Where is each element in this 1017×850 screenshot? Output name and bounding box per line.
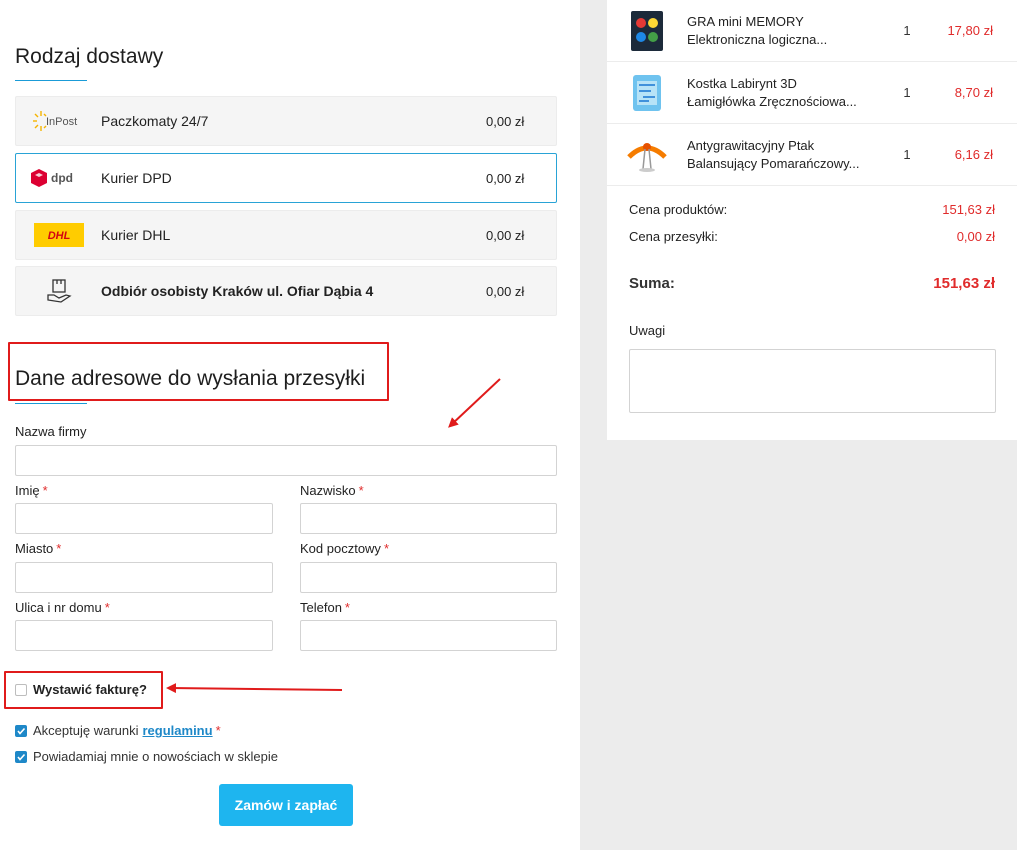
product-name: Kostka Labirynt 3D Łamigłówka Zręczności… — [687, 75, 857, 109]
product-thumbnail — [607, 7, 687, 55]
terms-label: Akceptuję warunki — [33, 723, 139, 738]
product-name: Antygrawitacyjny Ptak Balansujący Pomara… — [687, 137, 860, 171]
notes-label: Uwagi — [629, 323, 666, 338]
pickup-icon — [16, 277, 101, 305]
checkmark-icon — [17, 753, 26, 761]
shipping-cost-value: 0,00 zł — [956, 229, 995, 244]
shipping-cost-label: Cena przesyłki: — [629, 229, 718, 244]
company-input[interactable] — [15, 445, 557, 476]
terms-link[interactable]: regulaminu — [143, 723, 213, 738]
required-mark: * — [215, 723, 221, 738]
product-thumbnail — [607, 135, 687, 175]
newsletter-checkbox-row[interactable]: Powiadamiaj mnie o nowościach w sklepie — [15, 749, 278, 764]
product-thumbnail — [607, 69, 687, 117]
notes-textarea[interactable] — [629, 349, 996, 413]
grand-total-value: 151,63 zł — [933, 275, 995, 292]
phone-input[interactable] — [300, 620, 557, 651]
first-name-label: Imię * — [15, 483, 48, 498]
cart-item: Kostka Labirynt 3D Łamigłówka Zręczności… — [607, 62, 1017, 124]
product-price: 17,80 zł — [947, 23, 993, 38]
postal-code-label: Kod pocztowy * — [300, 541, 389, 556]
dhl-logo: DHL — [16, 223, 101, 247]
shipping-option-dhl[interactable]: DHL Kurier DHL 0,00 zł — [15, 210, 557, 260]
newsletter-label: Powiadamiaj mnie o nowościach w sklepie — [33, 749, 278, 764]
order-and-pay-button[interactable]: Zamów i zapłać — [219, 784, 353, 826]
shipping-section-title: Rodzaj dostawy — [15, 45, 164, 68]
title-underline — [15, 403, 87, 404]
product-qty: 1 — [903, 85, 911, 100]
shipping-option-price: 0,00 zł — [486, 227, 525, 243]
dpd-logo: dpd — [16, 164, 101, 192]
invoice-checkbox[interactable] — [15, 683, 27, 696]
product-qty: 1 — [903, 23, 911, 38]
shipping-option-name: Kurier DHL — [101, 227, 171, 243]
phone-label: Telefon * — [300, 600, 350, 615]
shipping-cost-row: Cena przesyłki: 0,00 zł — [629, 229, 995, 244]
svg-text:DHL: DHL — [47, 230, 70, 242]
shipping-option-pickup[interactable]: Odbiór osobisty Kraków ul. Ofiar Dąbia 4… — [15, 266, 557, 316]
products-total-value: 151,63 zł — [942, 202, 995, 217]
city-input[interactable] — [15, 562, 273, 593]
shipping-option-price: 0,00 zł — [486, 170, 525, 186]
last-name-input[interactable] — [300, 503, 557, 534]
products-total-row: Cena produktów: 151,63 zł — [629, 202, 995, 217]
title-underline — [15, 80, 87, 81]
shipping-option-name: Kurier DPD — [101, 170, 172, 186]
street-label: Ulica i nr domu * — [15, 600, 110, 615]
annotation-box-address-title — [8, 342, 389, 401]
postal-code-input[interactable] — [300, 562, 557, 593]
cart-item: GRA mini MEMORY Elektroniczna logiczna..… — [607, 0, 1017, 62]
cart-item: Antygrawitacyjny Ptak Balansujący Pomara… — [607, 124, 1017, 186]
terms-checkbox-row[interactable]: Akceptuję warunki regulaminu * — [15, 723, 221, 738]
grand-total-row: Suma: 151,63 zł — [629, 275, 995, 292]
product-name: GRA mini MEMORY Elektroniczna logiczna..… — [687, 13, 828, 47]
shipping-option-inpost[interactable]: InPost Paczkomaty 24/7 0,00 zł — [15, 96, 557, 146]
svg-text:InPost: InPost — [46, 116, 77, 128]
product-qty: 1 — [903, 147, 911, 162]
grand-total-label: Suma: — [629, 275, 675, 292]
svg-text:dpd: dpd — [51, 171, 73, 185]
checkout-form-panel: Rodzaj dostawy InPost Paczkomaty 24/7 0,… — [0, 0, 580, 850]
product-price: 6,16 zł — [954, 147, 993, 162]
order-summary-panel: GRA mini MEMORY Elektroniczna logiczna..… — [607, 0, 1017, 440]
shipping-option-price: 0,00 zł — [486, 283, 525, 299]
shipping-option-dpd[interactable]: dpd Kurier DPD 0,00 zł — [15, 153, 557, 203]
shipping-option-name: Odbiór osobisty Kraków ul. Ofiar Dąbia 4 — [101, 283, 374, 299]
company-label: Nazwa firmy — [15, 424, 87, 439]
inpost-logo: InPost — [16, 107, 101, 135]
invoice-label: Wystawić fakturę? — [33, 682, 147, 697]
last-name-label: Nazwisko * — [300, 483, 364, 498]
street-input[interactable] — [15, 620, 273, 651]
first-name-input[interactable] — [15, 503, 273, 534]
terms-checkbox[interactable] — [15, 724, 27, 737]
products-total-label: Cena produktów: — [629, 202, 728, 217]
shipping-option-price: 0,00 zł — [486, 113, 525, 129]
invoice-checkbox-row[interactable]: Wystawić fakturę? — [15, 682, 147, 697]
checkmark-icon — [17, 727, 26, 735]
product-price: 8,70 zł — [954, 85, 993, 100]
newsletter-checkbox[interactable] — [15, 750, 27, 763]
shipping-option-name: Paczkomaty 24/7 — [101, 113, 209, 129]
city-label: Miasto * — [15, 541, 62, 556]
